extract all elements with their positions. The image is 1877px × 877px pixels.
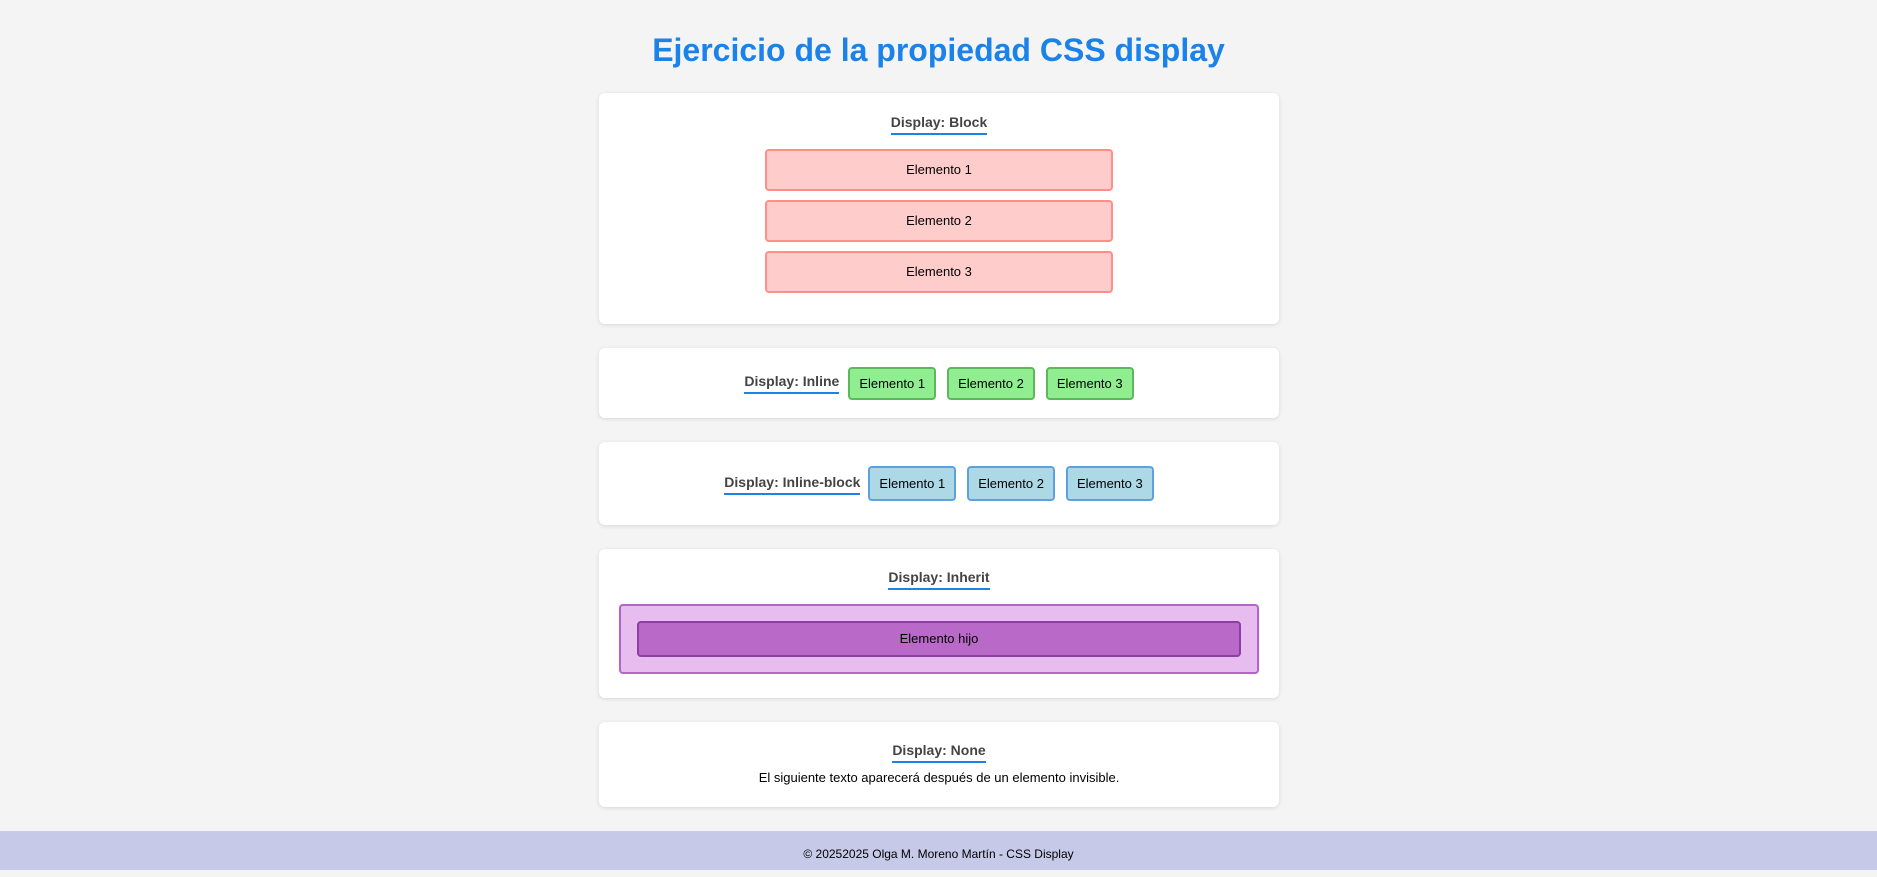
inherit-parent-box: Elemento hijo [619,604,1259,674]
section-title: Display: Inline [744,372,840,394]
footer-text: © 20252025 Olga M. Moreno Martín - CSS D… [803,847,1074,861]
block-element-1: Elemento 1 [765,149,1113,191]
inline-element-3: Elemento 3 [1045,366,1134,400]
section-display-inline-block: Display: Inline-block Elemento 1 Element… [599,442,1279,525]
section-display-inherit: Display: Inherit Elemento hijo [599,549,1279,698]
section-display-none: Display: None El siguiente texto aparece… [599,722,1279,807]
inline-element-2: Elemento 2 [947,366,1035,400]
section-title: Display: Inline-block [724,473,861,495]
inline-element-1: Elemento 1 [848,366,937,400]
page-title: Ejercicio de la propiedad CSS display [652,32,1225,68]
block-list: Elemento 1 Elemento 2 Elemento 3 [599,149,1279,293]
section-display-inline: Display: Inline Elemento 1 Elemento 2 El… [599,348,1279,418]
inline-block-element-3: Elemento 3 [1065,466,1154,501]
section-title: Display: Inherit [888,568,990,590]
section-display-block: Display: Block Elemento 1 Elemento 2 Ele… [599,93,1279,324]
block-element-2: Elemento 2 [765,200,1113,242]
none-description-text: El siguiente texto aparecerá después de … [758,770,1120,785]
section-title: Display: None [892,741,986,763]
block-element-3: Elemento 3 [765,251,1113,293]
section-title: Display: Block [890,113,988,135]
inline-block-element-1: Elemento 1 [868,466,957,501]
footer: © 20252025 Olga M. Moreno Martín - CSS D… [0,831,1877,870]
inline-block-element-2: Elemento 2 [967,466,1055,501]
inherit-child-element: Elemento hijo [637,621,1241,657]
